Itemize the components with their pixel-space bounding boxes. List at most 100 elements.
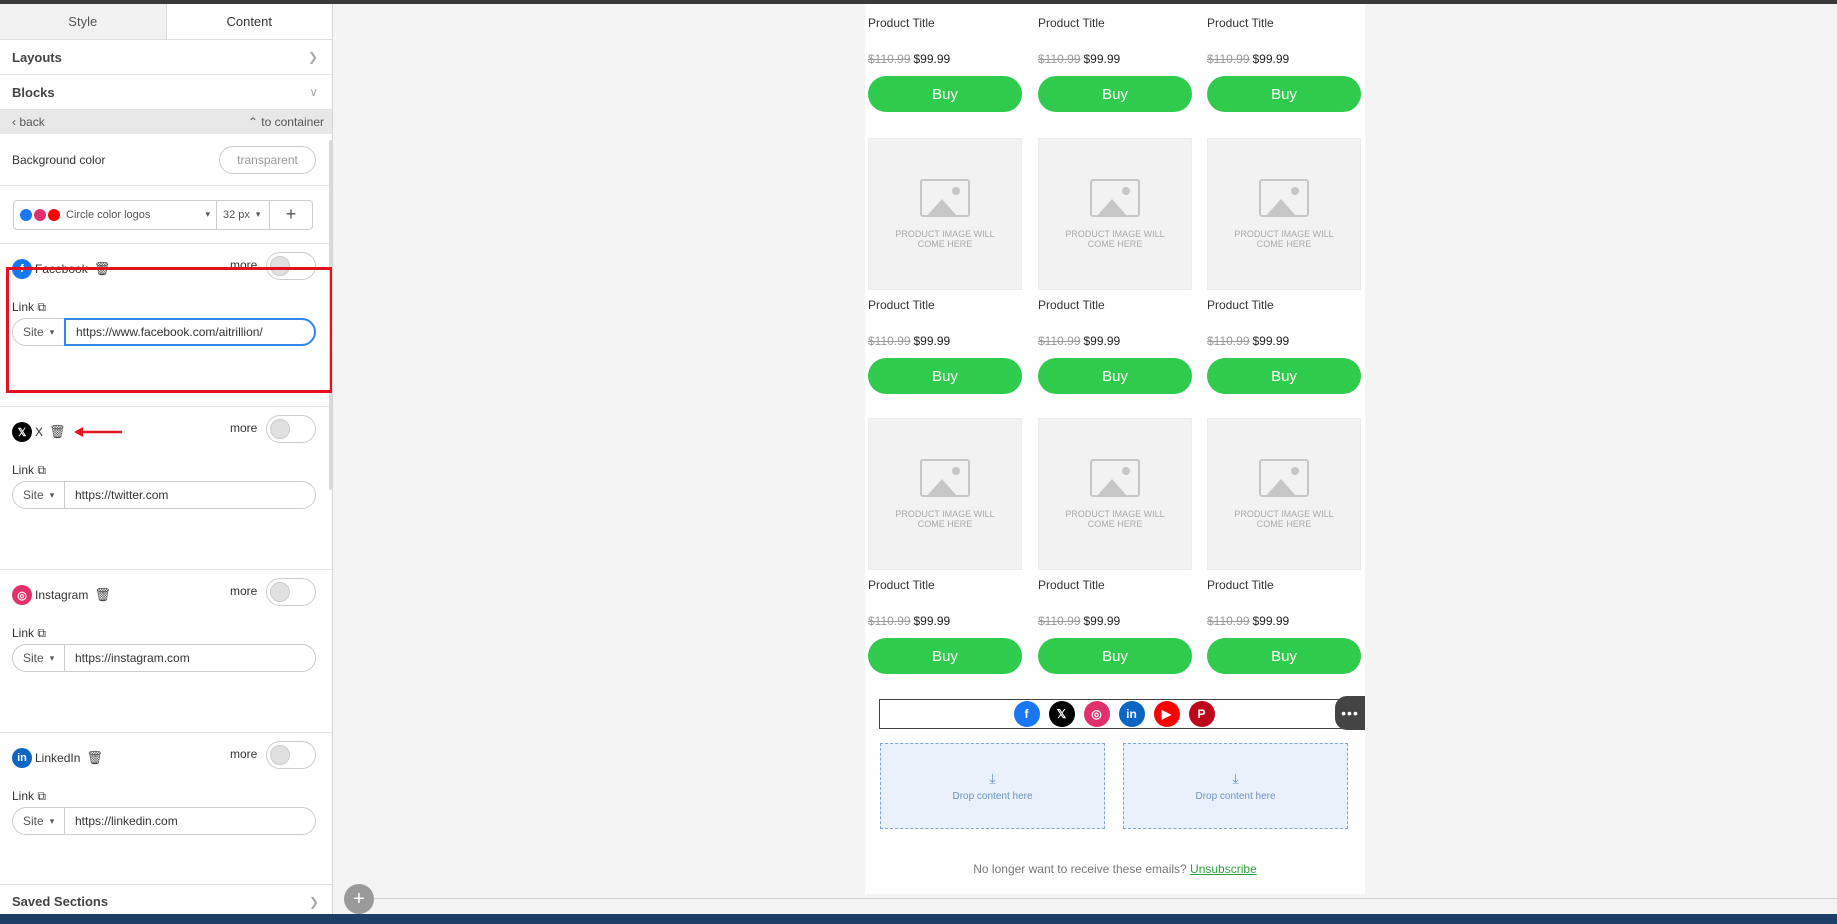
old-price: $110.99 [1207, 334, 1250, 348]
social-item-header: ◎ Instagram 🗑 [12, 585, 111, 605]
x-url-input[interactable]: https://twitter.com [64, 481, 316, 509]
image-icon [920, 179, 970, 217]
more-label: more [230, 421, 258, 435]
linkedin-icon[interactable]: in [1118, 701, 1145, 727]
buy-button[interactable]: Buy [868, 638, 1022, 674]
layouts-section[interactable]: Layouts ❯ [0, 40, 332, 75]
drop-zone-left[interactable]: ⤓ Drop content here [880, 743, 1105, 829]
placeholder-text: PRODUCT IMAGE WILL COME HERE [1234, 509, 1334, 529]
new-price: $99.99 [913, 52, 951, 66]
buy-button[interactable]: Buy [1038, 76, 1192, 112]
new-price: $99.99 [1083, 614, 1121, 628]
icon-size-select[interactable]: 32 px ▾ [217, 200, 270, 229]
to-container-button[interactable]: ⌃ to container [248, 115, 324, 129]
back-button[interactable]: ‹ back [12, 115, 45, 129]
sidebar-scrollbar[interactable] [329, 140, 332, 490]
more-label: more [230, 258, 258, 272]
link-type-select[interactable]: Site ▾ [12, 481, 64, 509]
product-title[interactable]: Product Title [1038, 578, 1192, 592]
placeholder-text: PRODUCT IMAGE WILL COME HERE [1234, 229, 1334, 249]
instagram-icon [34, 208, 46, 221]
product-title[interactable]: Product Title [868, 578, 1022, 592]
product-title[interactable]: Product Title [1038, 298, 1192, 312]
canvas-divider [374, 898, 1837, 899]
toggle-knob [270, 745, 290, 765]
product-title[interactable]: Product Title [868, 16, 1022, 30]
more-toggle[interactable] [266, 578, 316, 606]
youtube-icon[interactable]: ▶ [1153, 701, 1180, 727]
toggle-knob [270, 419, 290, 439]
unsubscribe-link[interactable]: Unsubscribe [1190, 862, 1257, 876]
link-type-value: Site [23, 488, 44, 502]
copy-icon[interactable]: ⧉ [37, 463, 46, 477]
product-title[interactable]: Product Title [1207, 16, 1361, 30]
facebook-url-input[interactable]: https://www.facebook.com/aitrillion/ [64, 318, 316, 346]
linkedin-url-input[interactable]: https://linkedin.com [64, 807, 316, 835]
trash-icon[interactable]: 🗑 [86, 750, 103, 766]
instagram-icon[interactable]: ◎ [1083, 701, 1110, 727]
product-image-placeholder[interactable]: PRODUCT IMAGE WILL COME HERE [1207, 138, 1361, 290]
product-image-placeholder[interactable]: PRODUCT IMAGE WILL COME HERE [1038, 138, 1192, 290]
product-image-placeholder[interactable]: PRODUCT IMAGE WILL COME HERE [1207, 418, 1361, 570]
sidebar-tabs: Style Content [0, 4, 332, 40]
link-type-select[interactable]: Site ▾ [12, 807, 64, 835]
more-toggle[interactable] [266, 252, 316, 280]
buy-button[interactable]: Buy [1207, 76, 1361, 112]
chevron-right-icon: ❯ [307, 50, 318, 64]
product-title[interactable]: Product Title [1207, 578, 1361, 592]
link-type-value: Site [23, 651, 44, 665]
logo-style-select[interactable]: Circle color logos ▾ [14, 200, 217, 229]
social-name: Facebook [35, 262, 88, 276]
link-label: Link ⧉ [12, 463, 46, 478]
tab-style[interactable]: Style [0, 4, 167, 39]
instagram-url-input[interactable]: https://instagram.com [64, 644, 316, 672]
pinterest-icon[interactable]: P [1188, 701, 1215, 727]
link-type-select[interactable]: Site ▾ [12, 644, 64, 672]
buy-button[interactable]: Buy [1207, 638, 1361, 674]
product-card: PRODUCT IMAGE WILL COME HERE Product Titl… [1207, 418, 1361, 674]
buy-button[interactable]: Buy [1207, 358, 1361, 394]
copy-icon[interactable]: ⧉ [37, 626, 46, 640]
saved-sections-row[interactable]: Saved Sections ❯ [0, 884, 332, 914]
editor-sidebar: Style Content Layouts ❯ Blocks ∨ ‹ back … [0, 4, 333, 914]
drop-zone-right[interactable]: ⤓ Drop content here [1123, 743, 1348, 829]
product-image-placeholder[interactable]: PRODUCT IMAGE WILL COME HERE [1038, 418, 1192, 570]
social-icons-block[interactable]: f 𝕏 ◎ in ▶ P [879, 699, 1349, 729]
social-item-linkedin: in LinkedIn 🗑 more Link ⧉ Site ▾ https://… [0, 733, 332, 896]
product-card: PRODUCT IMAGE WILL COME HERE Product Titl… [1038, 138, 1192, 394]
trash-icon[interactable]: 🗑 [94, 587, 111, 603]
blocks-section[interactable]: Blocks ∨ [0, 75, 332, 110]
social-name: Instagram [35, 588, 89, 602]
link-type-select[interactable]: Site ▾ [12, 318, 64, 346]
old-price: $110.99 [1038, 614, 1081, 628]
more-toggle[interactable] [266, 415, 316, 443]
buy-button[interactable]: Buy [1038, 638, 1192, 674]
product-image-placeholder[interactable]: PRODUCT IMAGE WILL COME HERE [868, 138, 1022, 290]
trash-icon[interactable]: 🗑 [49, 424, 66, 440]
background-color-picker[interactable]: transparent [219, 145, 316, 174]
facebook-icon[interactable]: f [1013, 701, 1040, 727]
buy-button[interactable]: Buy [868, 76, 1022, 112]
product-price: $110.99 $99.99 [1038, 52, 1192, 66]
product-title[interactable]: Product Title [1207, 298, 1361, 312]
download-icon: ⤓ [989, 770, 996, 786]
buy-button[interactable]: Buy [1038, 358, 1192, 394]
more-toggle[interactable] [266, 741, 316, 769]
buy-button[interactable]: Buy [868, 358, 1022, 394]
new-price: $99.99 [1252, 614, 1290, 628]
copy-icon[interactable]: ⧉ [37, 300, 46, 314]
new-price: $99.99 [1252, 52, 1290, 66]
product-image-placeholder[interactable]: PRODUCT IMAGE WILL COME HERE [868, 418, 1022, 570]
tab-content[interactable]: Content [166, 4, 332, 39]
add-social-button[interactable]: + [270, 201, 312, 229]
product-title[interactable]: Product Title [1038, 16, 1192, 30]
caret-down-icon: ▾ [205, 209, 210, 219]
copy-icon[interactable]: ⧉ [37, 789, 46, 803]
add-row-button[interactable]: + [344, 884, 374, 914]
product-title[interactable]: Product Title [868, 298, 1022, 312]
more-options-button[interactable]: ••• [1335, 696, 1365, 730]
social-name: X [35, 425, 44, 439]
trash-icon[interactable]: 🗑 [94, 261, 111, 277]
caret-down-icon: ▾ [49, 326, 55, 337]
x-icon[interactable]: 𝕏 [1048, 701, 1075, 727]
